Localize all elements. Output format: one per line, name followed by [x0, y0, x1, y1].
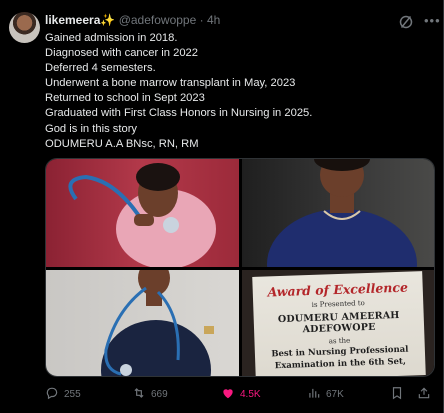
share-icon [417, 386, 431, 403]
tweet-line: Diagnosed with cancer in 2022 [45, 47, 198, 60]
reply-count: 255 [64, 388, 81, 400]
photo-uniform-stethoscope[interactable] [46, 270, 239, 376]
tweet-text: Gained admission in 2018. Diagnosed with… [45, 31, 435, 152]
display-name[interactable]: likemeera [45, 13, 100, 27]
media-grid: Award of Excellence is Presented to ODUM… [45, 158, 435, 377]
tweet-line: Returned to school in Sept 2023 [45, 92, 205, 105]
heart-icon [221, 386, 235, 403]
certificate: Award of Excellence is Presented to ODUM… [252, 271, 426, 376]
certificate-title: Award of Excellence [267, 279, 409, 300]
like-button[interactable]: 4.5K [221, 386, 261, 402]
bookmark-button[interactable] [390, 386, 404, 402]
action-bar: 255 669 4.5K 67K [45, 386, 435, 404]
tweet-line: Underwent a bone marrow transplant in Ma… [45, 77, 296, 90]
grok-icon[interactable] [398, 14, 414, 30]
photo-stethoscope-portrait[interactable] [46, 159, 239, 267]
tweet-line: Deferred 4 semesters. [45, 62, 156, 75]
share-button[interactable] [417, 386, 431, 402]
avatar[interactable] [9, 12, 40, 43]
certificate-name: ODUMERU AMEERAH ADEFOWOPE [277, 309, 400, 336]
like-count: 4.5K [240, 388, 261, 400]
separator-dot: · [199, 13, 204, 27]
tweet-line: God is in this story [45, 122, 138, 135]
photo-blue-dress[interactable] [242, 159, 434, 267]
repost-count: 669 [151, 388, 168, 400]
photo-award-certificate[interactable]: Award of Excellence is Presented to ODUM… [242, 270, 434, 376]
sparkle-emoji: ✨ [100, 13, 116, 27]
reply-button[interactable]: 255 [45, 386, 81, 402]
tweet-line: ODUMERU A.A BNsc, RN, RM [45, 137, 199, 150]
tweet-line: Gained admission in 2018. [45, 32, 178, 44]
reply-icon [45, 386, 59, 403]
tweet-line: Graduated with First Class Honors in Nur… [45, 107, 313, 120]
views-button[interactable]: 67K [307, 386, 344, 402]
repost-button[interactable]: 669 [132, 386, 168, 402]
tweet-header: likemeera✨ @adefowoppe · 4h [45, 13, 220, 27]
timestamp[interactable]: 4h [207, 13, 220, 27]
tweet[interactable]: likemeera✨ @adefowoppe · 4h ••• Gained a… [0, 0, 444, 413]
repost-icon [132, 386, 146, 403]
views-icon [307, 386, 321, 403]
user-handle[interactable]: @adefowoppe [119, 13, 197, 27]
more-icon[interactable]: ••• [424, 13, 441, 28]
certificate-presented: is Presented to [311, 299, 365, 309]
views-count: 67K [326, 388, 344, 400]
bookmark-icon [390, 386, 404, 403]
